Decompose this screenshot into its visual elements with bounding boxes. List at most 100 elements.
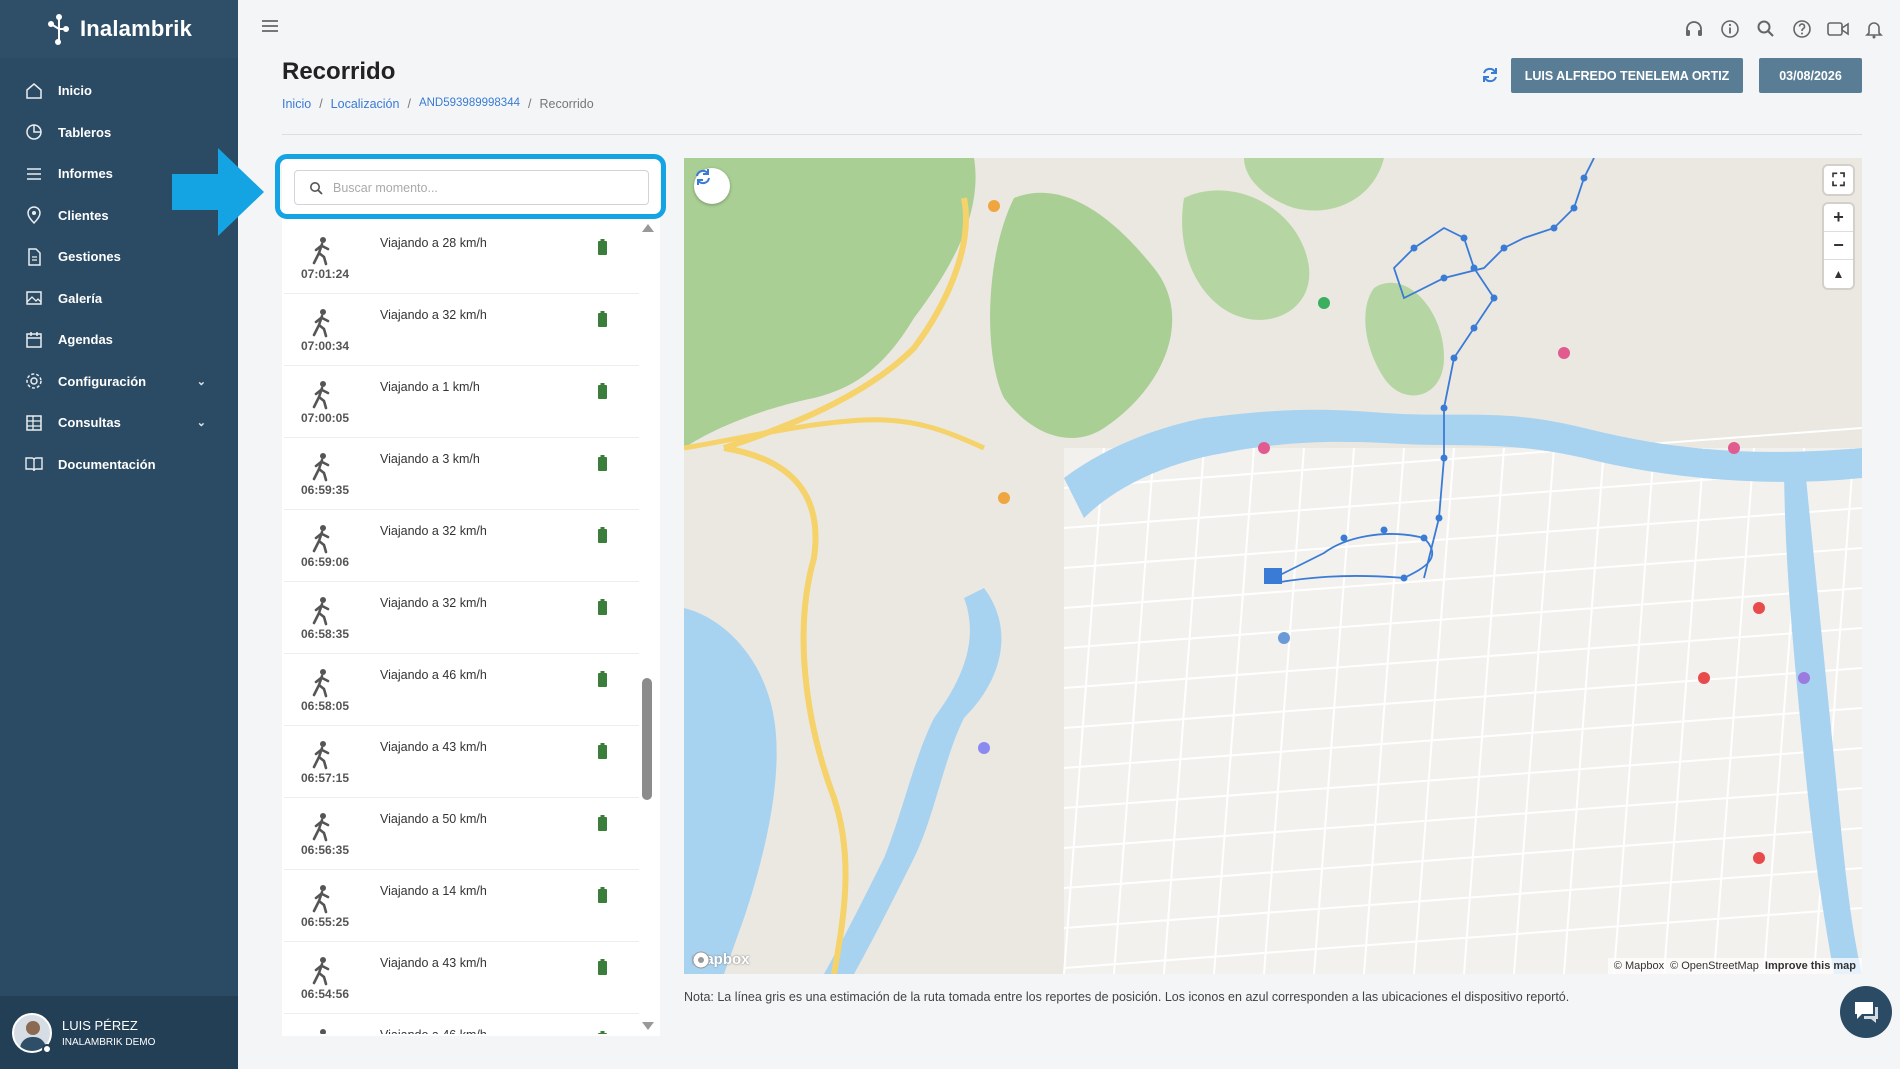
battery-icon xyxy=(598,743,607,759)
moment-description: Viajando a 1 km/h xyxy=(380,380,480,394)
search-icon[interactable] xyxy=(1754,17,1778,41)
moment-time: 06:58:05 xyxy=(300,699,350,713)
attribution-osm[interactable]: © OpenStreetMap xyxy=(1670,960,1759,972)
fullscreen-icon[interactable]: ⛶ xyxy=(1824,166,1853,194)
sidebar-item-galeria[interactable]: Galería xyxy=(0,278,238,320)
info-icon[interactable] xyxy=(1718,17,1742,41)
moment-time: 07:00:34 xyxy=(300,339,350,353)
headset-icon[interactable] xyxy=(1682,17,1706,41)
moment-list-item[interactable]: 06:55:25 Viajando a 14 km/h xyxy=(284,870,639,942)
sidebar-item-configuracion[interactable]: Configuración ⌄ xyxy=(0,361,238,403)
walking-person-icon xyxy=(312,597,330,626)
user-select-button[interactable]: LUIS ALFREDO TENELEMA ORTIZ xyxy=(1511,58,1743,93)
user-name: LUIS PÉREZ xyxy=(62,1017,138,1033)
sidebar-item-agendas[interactable]: Agendas xyxy=(0,319,238,361)
moment-time: 06:57:15 xyxy=(300,771,350,785)
moment-list-item[interactable]: 06:56:35 Viajando a 50 km/h xyxy=(284,798,639,870)
moment-description: Viajando a 50 km/h xyxy=(380,812,487,826)
sidebar-item-label: Tableros xyxy=(58,124,112,140)
sidebar-item-label: Configuración xyxy=(58,373,147,389)
battery-icon xyxy=(598,599,607,615)
walking-person-icon xyxy=(312,741,330,770)
moment-list-item[interactable]: 07:01:24 Viajando a 28 km/h xyxy=(284,222,639,294)
sidebar-item-label: Inicio xyxy=(58,83,92,99)
moment-list-item[interactable]: Viajando a 46 km/h xyxy=(284,1014,639,1034)
attribution-mapbox[interactable]: © Mapbox xyxy=(1614,960,1664,972)
battery-icon xyxy=(598,455,607,471)
improve-map-link[interactable]: Improve this map xyxy=(1765,960,1856,972)
breadcrumb-device[interactable]: AND593989998344 xyxy=(419,97,520,111)
breadcrumb-inicio[interactable]: Inicio xyxy=(282,97,311,111)
bell-icon[interactable] xyxy=(1862,17,1886,41)
sidebar-item-label: Consultas xyxy=(58,415,121,431)
moments-list: 07:01:24 Viajando a 28 km/h 07:00:34 Viajan… xyxy=(284,222,639,1034)
moment-list-item[interactable]: 06:59:06 Viajando a 32 km/h xyxy=(284,510,639,582)
date-select-button[interactable]: 03/08/2026 xyxy=(1759,58,1862,93)
moment-list-item[interactable]: 06:58:05 Viajando a 46 km/h xyxy=(284,654,639,726)
moment-list-item[interactable]: 06:54:56 Viajando a 43 km/h xyxy=(284,942,639,1014)
moment-time: 07:00:05 xyxy=(300,411,350,425)
sidebar-item-label: Informes xyxy=(58,166,113,182)
breadcrumb-separator: / xyxy=(527,97,532,111)
walking-person-icon xyxy=(312,309,330,338)
breadcrumb-localizacion[interactable]: Localización xyxy=(331,97,400,111)
chevron-down-icon: ⌄ xyxy=(196,375,206,388)
compass-icon[interactable]: ▲ xyxy=(1824,260,1853,288)
battery-icon xyxy=(598,671,607,687)
user-profile[interactable]: LUIS PÉREZ INALAMBRIK DEMO xyxy=(0,996,238,1069)
breadcrumb-separator: / xyxy=(319,97,323,111)
brand-logo[interactable]: Inalambrik xyxy=(0,0,238,58)
scroll-down-arrow[interactable] xyxy=(642,1022,654,1030)
moment-list-item[interactable]: 06:57:15 Viajando a 43 km/h xyxy=(284,726,639,798)
list-scrollbar[interactable] xyxy=(640,222,654,1034)
logo-icon xyxy=(47,14,69,45)
sidebar-item-tableros[interactable]: Tableros xyxy=(0,112,238,154)
moment-description: Viajando a 32 km/h xyxy=(380,524,487,538)
sidebar-item-gestiones[interactable]: Gestiones xyxy=(0,236,238,278)
chat-icon xyxy=(1855,1002,1878,1023)
video-icon[interactable] xyxy=(1826,17,1850,41)
moment-description: Viajando a 46 km/h xyxy=(380,1028,487,1034)
home-icon xyxy=(24,81,44,101)
scroll-up-arrow[interactable] xyxy=(642,224,654,232)
mapbox-logo[interactable]: mapbox xyxy=(692,951,750,969)
route-map[interactable]: ⛶ + − ▲ mapbox © Mapbox © OpenStreetMap … xyxy=(684,158,1862,974)
header-divider xyxy=(282,134,1862,135)
battery-icon xyxy=(598,239,607,255)
refresh-icon[interactable] xyxy=(1479,64,1501,86)
map-canvas[interactable] xyxy=(684,158,1862,974)
zoom-in-button[interactable]: + xyxy=(1824,204,1853,232)
moment-list-item[interactable]: 06:59:35 Viajando a 3 km/h xyxy=(284,438,639,510)
sidebar-item-label: Clientes xyxy=(58,207,109,223)
location-pin-icon xyxy=(24,205,44,225)
fullscreen-control[interactable]: ⛶ xyxy=(1824,166,1853,194)
walking-person-icon xyxy=(312,237,330,266)
menu-toggle-icon[interactable] xyxy=(262,20,278,32)
moment-description: Viajando a 43 km/h xyxy=(380,740,487,754)
moment-description: Viajando a 14 km/h xyxy=(380,884,487,898)
document-icon xyxy=(24,247,44,267)
calendar-icon xyxy=(24,330,44,350)
walking-person-icon xyxy=(312,813,330,842)
breadcrumb: Inicio / Localización / AND593989998344 … xyxy=(282,97,594,111)
moment-list-item[interactable]: 07:00:05 Viajando a 1 km/h xyxy=(284,366,639,438)
moment-list-item[interactable]: 06:58:35 Viajando a 32 km/h xyxy=(284,582,639,654)
zoom-out-button[interactable]: − xyxy=(1824,232,1853,260)
help-icon[interactable] xyxy=(1790,17,1814,41)
moment-description: Viajando a 43 km/h xyxy=(380,956,487,970)
chat-button[interactable] xyxy=(1840,986,1892,1038)
map-attribution: © Mapbox © OpenStreetMap Improve this ma… xyxy=(1607,958,1862,974)
sidebar-item-consultas[interactable]: Consultas ⌄ xyxy=(0,402,238,444)
map-refresh-icon[interactable] xyxy=(694,168,730,204)
battery-icon xyxy=(598,311,607,327)
sidebar-item-inicio[interactable]: Inicio xyxy=(0,70,238,112)
sidebar-item-label: Agendas xyxy=(58,332,113,348)
chevron-down-icon: ⌄ xyxy=(196,417,206,430)
moment-list-item[interactable]: 07:00:34 Viajando a 32 km/h xyxy=(284,294,639,366)
moment-time: 07:01:24 xyxy=(300,267,350,281)
moment-time: 06:59:35 xyxy=(300,483,350,497)
scroll-thumb[interactable] xyxy=(642,678,652,800)
list-icon xyxy=(24,164,44,184)
sidebar-item-documentacion[interactable]: Documentación xyxy=(0,444,238,486)
walking-person-icon xyxy=(312,525,330,554)
